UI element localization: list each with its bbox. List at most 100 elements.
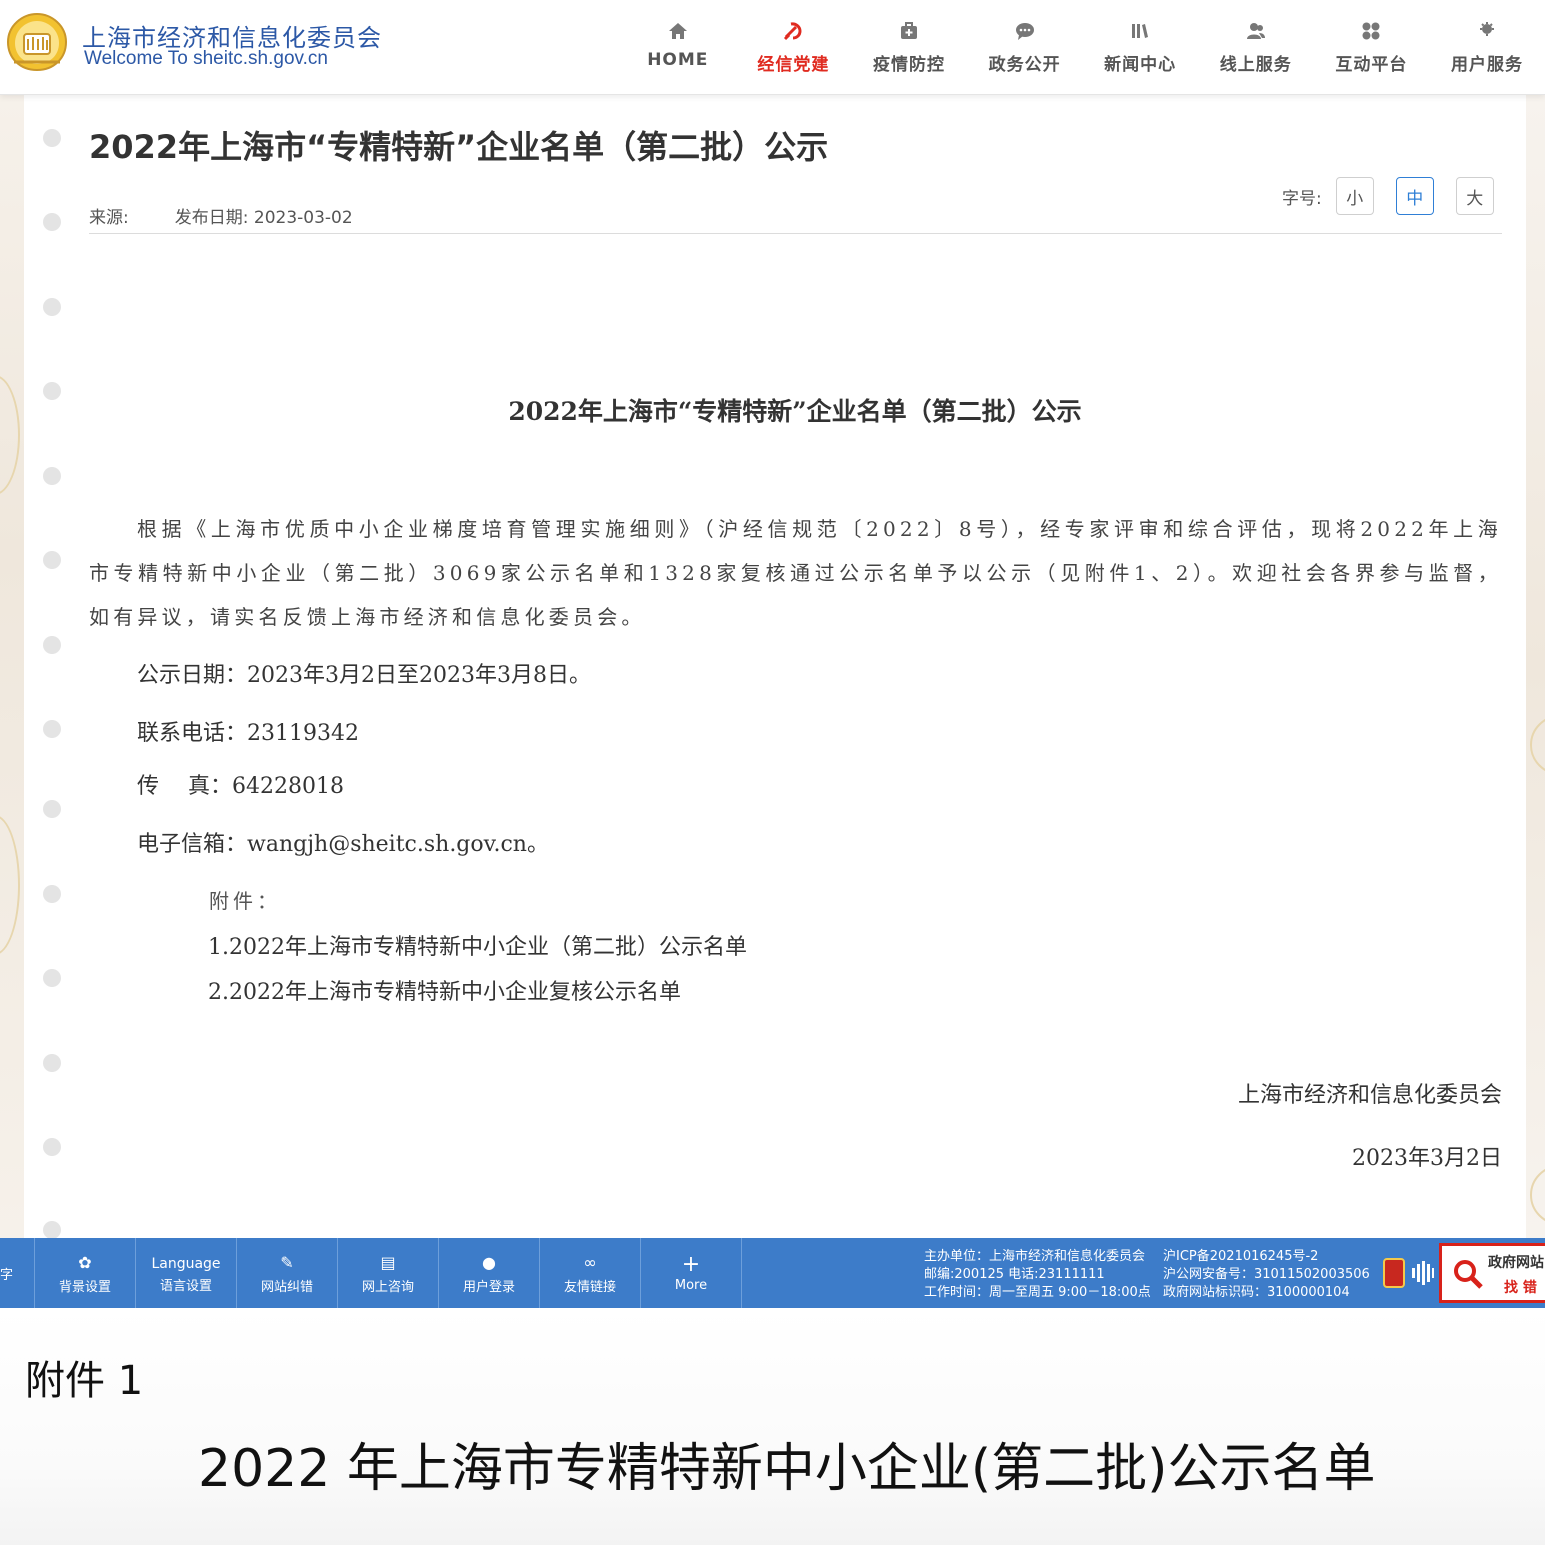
language-label: Language	[151, 1255, 221, 1272]
binder-hole	[43, 298, 61, 316]
nav-label: 线上服务	[1219, 55, 1292, 75]
error-finder-subtitle: 找 错	[1504, 1280, 1537, 1296]
background-settings-button[interactable]: ✿ 背景设置	[35, 1238, 136, 1308]
toolbar-label: 语言设置	[159, 1278, 212, 1294]
attachment-link-2[interactable]: 2.2022年上海市专精特新中小企业复核公示名单	[208, 974, 681, 1006]
decorative-ornament	[1530, 715, 1545, 775]
publish-date-label: 发布日期:	[174, 208, 249, 228]
article-meta: 来源: 发布日期: 2023-03-02	[89, 203, 353, 228]
font-size-large-button[interactable]: 大	[1455, 177, 1494, 215]
toolbar-label: 背景设置	[58, 1279, 111, 1295]
contact-email: 电子信箱：wangjh@sheitc.sh.gov.cn。	[137, 832, 549, 857]
friendly-links-button[interactable]: ∞ 友情链接	[540, 1238, 641, 1308]
footer-toolbar: 字 ✿ 背景设置 Language 语言设置 ✎ 网站纠错 ▤ 网上咨询 ● 用…	[0, 1238, 1545, 1308]
nav-item-home[interactable]: HOME	[620, 0, 736, 95]
attachment-label: 附件 1	[25, 1358, 144, 1404]
toolbar-cut-item[interactable]: 字	[0, 1238, 35, 1308]
font-size-small-button[interactable]: 小	[1335, 177, 1374, 215]
footer-police-record[interactable]: 沪公网安备号：31011502003506	[1163, 1266, 1370, 1284]
document-title: 2022年上海市“专精特新”企业名单（第二批）公示	[508, 397, 1082, 426]
language-settings-button[interactable]: Language 语言设置	[136, 1238, 237, 1308]
binder-hole	[43, 720, 61, 738]
signature-date: 2023年3月2日	[1352, 1146, 1502, 1171]
municipal-emblem-icon[interactable]	[4, 12, 70, 74]
police-badge-icon[interactable]	[1383, 1258, 1405, 1288]
books-icon	[1132, 24, 1149, 38]
left-decoration	[0, 95, 24, 1238]
nav-item-interaction[interactable]: 互动平台	[1314, 0, 1430, 95]
decorative-ornament	[0, 815, 20, 955]
binder-hole	[43, 1221, 61, 1238]
binder-hole	[43, 213, 61, 231]
magnifier-icon	[1454, 1260, 1483, 1289]
attachments-heading: 附件：	[209, 889, 281, 913]
decorative-ornament	[1530, 1165, 1545, 1225]
source-label: 来源:	[89, 208, 129, 228]
nav-label: HOME	[647, 50, 709, 70]
party-emblem-icon	[784, 22, 802, 41]
font-size-label: 字号:	[1282, 188, 1322, 209]
contact-fax: 传 真：64228018	[137, 774, 344, 799]
toolbar-label: 网上咨询	[361, 1279, 414, 1295]
nav-label: 疫情防控	[872, 55, 945, 75]
home-icon	[668, 23, 687, 39]
binder-hole	[43, 1138, 61, 1156]
toolbar-label: 网站纠错	[260, 1279, 313, 1295]
right-decoration	[1526, 95, 1545, 1238]
site-domain: Welcome To sheitc.sh.gov.cn	[84, 48, 328, 69]
chat-bubble-icon	[1015, 23, 1034, 40]
settings-icon: ✿	[78, 1252, 92, 1272]
font-size-medium-button[interactable]: 中	[1395, 177, 1434, 215]
notice-period: 公示日期：2023年3月2日至2023年3月8日。	[137, 663, 591, 688]
attachment-document-title: 2022 年上海市专精特新中小企业(第二批)公示名单	[198, 1439, 1376, 1499]
signature-org: 上海市经济和信息化委员会	[1237, 1083, 1502, 1108]
plus-icon: +	[681, 1251, 701, 1277]
decorative-ornament	[0, 375, 20, 495]
footer-site-code: 政府网站标识码：3100000104	[1163, 1285, 1350, 1300]
nav-label: 新闻中心	[1104, 55, 1177, 75]
footer-host: 主办单位：上海市经济和信息化委员会	[924, 1249, 1146, 1264]
toolbar-label: More	[674, 1277, 708, 1293]
binder-hole	[43, 800, 61, 818]
site-error-report-button[interactable]: ✎ 网站纠错	[237, 1238, 338, 1308]
toolbar-cut-label: 字	[0, 1267, 14, 1283]
footer-info-left: 主办单位：上海市经济和信息化委员会 邮编:200125 电话:23111111 …	[924, 1248, 1151, 1302]
nav-item-news[interactable]: 新闻中心	[1082, 0, 1198, 95]
footer-icp[interactable]: 沪ICP备2021016245号-2	[1163, 1248, 1370, 1266]
attachment-document: 附件 1 2022 年上海市专精特新中小企业(第二批)公示名单	[0, 1308, 1545, 1545]
binder-hole	[43, 129, 61, 147]
nav-item-party-building[interactable]: 经信党建	[736, 0, 852, 95]
nav-item-online-service[interactable]: 线上服务	[1198, 0, 1314, 95]
binder-hole	[43, 969, 61, 987]
divider	[89, 233, 1502, 234]
nav-item-epidemic[interactable]: 疫情防控	[851, 0, 967, 95]
article-title: 2022年上海市“专精特新”企业名单（第二批）公示	[89, 128, 829, 166]
gov-site-error-finder[interactable]: 政府网站 找 错	[1439, 1243, 1545, 1303]
nav-label: 政务公开	[988, 55, 1061, 75]
accessibility-icon[interactable]	[1411, 1260, 1435, 1286]
user-service-icon	[1479, 22, 1494, 36]
user-login-button[interactable]: ● 用户登录	[439, 1238, 540, 1308]
link-icon: ∞	[583, 1252, 597, 1272]
footer-postcode-phone: 邮编:200125 电话:23111111	[924, 1267, 1105, 1282]
nav-item-gov-affairs[interactable]: 政务公开	[967, 0, 1083, 95]
interaction-icon	[1362, 22, 1380, 40]
more-button[interactable]: + More	[641, 1238, 742, 1308]
binder-hole	[43, 636, 61, 654]
binder-hole	[43, 1054, 61, 1072]
users-icon	[1246, 23, 1265, 39]
attachment-link-1[interactable]: 1.2022年上海市专精特新中小企业（第二批）公示名单	[208, 929, 747, 961]
site-header: 上海市经济和信息化委员会 Welcome To sheitc.sh.gov.cn…	[0, 0, 1545, 95]
toolbar-label: 友情链接	[563, 1279, 616, 1295]
nav-label: 经信党建	[757, 55, 830, 75]
footer-info-right: 沪ICP备2021016245号-2 沪公网安备号：31011502003506…	[1163, 1248, 1370, 1302]
nav-label: 互动平台	[1335, 55, 1408, 75]
online-consult-button[interactable]: ▤ 网上咨询	[338, 1238, 439, 1308]
contact-phone: 联系电话：23119342	[137, 721, 359, 746]
document-paragraph: 根据《上海市优质中小企业梯度培育管理实施细则》（沪经信规范〔2022〕8号），经…	[89, 517, 1502, 629]
main-nav: HOME 经信党建 疫情防控 政务公开 新闻中心 线上服务 互动平台 用户服务	[620, 0, 1545, 95]
publish-date: 2023-03-02	[253, 208, 353, 228]
nav-item-user-service[interactable]: 用户服务	[1429, 0, 1545, 95]
wrench-icon: ✎	[280, 1252, 294, 1272]
user-icon: ●	[482, 1252, 496, 1272]
